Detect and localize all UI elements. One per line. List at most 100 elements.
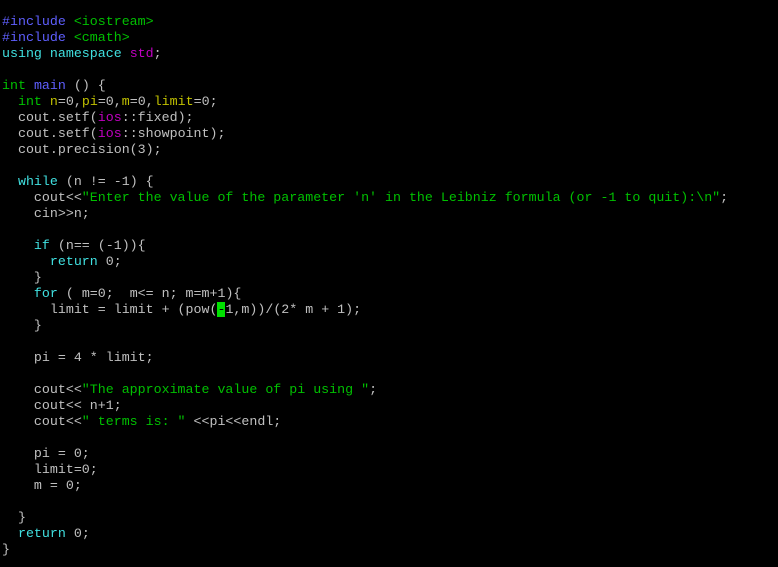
code-line[interactable]: return 0; xyxy=(2,526,728,542)
code-token-keyword: return xyxy=(17,526,66,541)
code-token-plain: ::showpoint); xyxy=(121,126,226,141)
code-token-plain: ; xyxy=(369,382,378,397)
code-line[interactable]: cout<<"The approximate value of pi using… xyxy=(2,382,728,398)
code-token-plain: pi = 0; xyxy=(2,446,90,461)
code-token-plain: cout.precision(3); xyxy=(2,142,162,157)
code-line[interactable] xyxy=(2,494,728,510)
code-token-preproc: #include xyxy=(2,14,66,29)
code-token-string: "The approximate value of pi using " xyxy=(81,382,370,397)
code-line[interactable]: } xyxy=(2,270,728,286)
code-token-plain: } xyxy=(2,510,26,525)
code-line[interactable]: cout<<" terms is: " <<pi<<endl; xyxy=(2,414,728,430)
code-line[interactable]: using namespace std; xyxy=(2,46,728,62)
code-line[interactable]: } xyxy=(2,542,728,558)
code-token-type: int xyxy=(17,94,42,109)
code-line[interactable]: limit = limit + (pow(-1,m))/(2* m + 1); xyxy=(2,302,728,318)
code-token-plain: <<pi<<endl; xyxy=(185,414,282,429)
code-token-plain: } xyxy=(2,318,42,333)
code-token-plain: 1,m))/(2* m + 1); xyxy=(225,302,362,317)
code-token-plain: (n != -1) { xyxy=(57,174,154,189)
code-editor[interactable]: #include <iostream> #include <cmath> using… xyxy=(2,14,728,558)
code-token-plain: limit=0; xyxy=(2,462,98,477)
code-line[interactable]: int n=0,pi=0,m=0,limit=0; xyxy=(2,94,728,110)
code-line[interactable]: cout.setf(ios::fixed); xyxy=(2,110,728,126)
code-line[interactable]: cin>>n; xyxy=(2,206,728,222)
code-token-keyword: if xyxy=(33,238,50,253)
code-token-plain: =0, xyxy=(57,94,82,109)
code-line[interactable]: cout<< n+1; xyxy=(2,398,728,414)
code-line[interactable] xyxy=(2,430,728,446)
code-line[interactable]: limit=0; xyxy=(2,462,728,478)
code-token-plain: =0, xyxy=(97,94,122,109)
code-token-plain: 0; xyxy=(97,254,122,269)
code-line[interactable] xyxy=(2,158,728,174)
code-line[interactable]: cout<<"Enter the value of the parameter … xyxy=(2,190,728,206)
code-token-plain: cin>>n; xyxy=(2,206,90,221)
code-line[interactable]: } xyxy=(2,510,728,526)
code-line[interactable]: } xyxy=(2,318,728,334)
code-token-plain: cout.setf( xyxy=(2,126,98,141)
code-token-func: main xyxy=(33,78,66,93)
code-token-keyword: for xyxy=(33,286,58,301)
code-token-keyword: while xyxy=(17,174,58,189)
code-token-plain: cout.setf( xyxy=(2,110,98,125)
code-token-plain: ; xyxy=(153,46,162,61)
code-token-plain: cout<< n+1; xyxy=(2,398,122,413)
code-line[interactable] xyxy=(2,366,728,382)
code-token-plain: pi = 4 * limit; xyxy=(2,350,154,365)
code-line[interactable]: return 0; xyxy=(2,254,728,270)
code-line[interactable]: cout.setf(ios::showpoint); xyxy=(2,126,728,142)
code-line[interactable]: m = 0; xyxy=(2,478,728,494)
code-token-string: " terms is: " xyxy=(81,414,186,429)
code-token-keyword: return xyxy=(49,254,98,269)
code-line[interactable]: for ( m=0; m<= n; m=m+1){ xyxy=(2,286,728,302)
code-token-plain: (n== (-1)){ xyxy=(49,238,146,253)
code-token-type: int xyxy=(2,78,26,93)
code-token-plain: } xyxy=(2,542,10,557)
code-token-plain: cout<< xyxy=(2,382,82,397)
code-token-string: <cmath> xyxy=(73,30,130,45)
code-line[interactable] xyxy=(2,222,728,238)
code-line[interactable]: while (n != -1) { xyxy=(2,174,728,190)
code-line[interactable]: pi = 0; xyxy=(2,446,728,462)
code-line[interactable]: #include <cmath> xyxy=(2,30,728,46)
code-token-ns: std xyxy=(129,46,154,61)
code-token-plain: () { xyxy=(65,78,106,93)
code-token-plain: =0, xyxy=(129,94,154,109)
code-line[interactable]: if (n== (-1)){ xyxy=(2,238,728,254)
code-line[interactable] xyxy=(2,334,728,350)
code-token-var: n xyxy=(49,94,58,109)
code-token-string: <iostream> xyxy=(73,14,154,29)
code-token-plain: ( m=0; m<= n; m=m+1){ xyxy=(57,286,242,301)
code-token-var: limit xyxy=(153,94,194,109)
code-token-plain: 0; xyxy=(65,526,90,541)
code-token-preproc: #include xyxy=(2,30,66,45)
code-token-plain: ; xyxy=(720,190,729,205)
code-token-var: m xyxy=(121,94,130,109)
code-line[interactable] xyxy=(2,62,728,78)
code-token-plain: m = 0; xyxy=(2,478,82,493)
code-token-plain: limit = limit + (pow( xyxy=(2,302,218,317)
code-line[interactable]: cout.precision(3); xyxy=(2,142,728,158)
code-token-ns: ios xyxy=(97,126,122,141)
code-token-plain: ::fixed); xyxy=(121,110,194,125)
code-token-string: "Enter the value of the parameter 'n' in… xyxy=(81,190,721,205)
code-line[interactable]: #include <iostream> xyxy=(2,14,728,30)
code-line[interactable]: pi = 4 * limit; xyxy=(2,350,728,366)
code-token-plain: cout<< xyxy=(2,190,82,205)
code-token-ns: ios xyxy=(97,110,122,125)
code-line[interactable]: int main () { xyxy=(2,78,728,94)
code-token-plain: } xyxy=(2,270,42,285)
code-token-plain: =0; xyxy=(193,94,218,109)
code-token-var: pi xyxy=(81,94,98,109)
